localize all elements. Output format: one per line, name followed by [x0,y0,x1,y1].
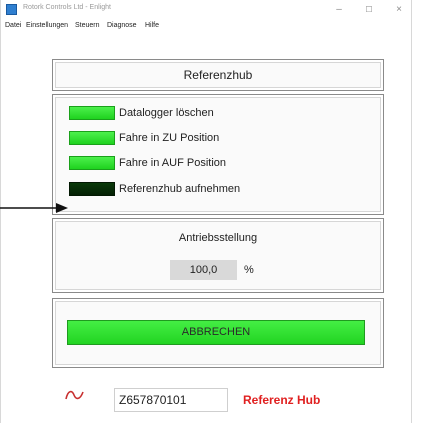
menu-steuern[interactable]: Steuern [75,22,100,29]
maximize-button[interactable]: ☐ [357,2,381,18]
mode-label: Referenz Hub [243,393,321,407]
position-value: 100,0 [170,260,237,280]
arrow-pointer-icon [0,203,68,213]
menu-hilfe[interactable]: Hilfe [145,22,159,29]
header-panel: Referenzhub [52,59,384,91]
menu-diagnose[interactable]: Diagnose [107,22,137,29]
led-label: Datalogger löschen [119,107,214,119]
position-unit: % [244,264,254,276]
menu-datei[interactable]: Datei [5,22,21,29]
status-led [69,106,115,120]
abort-button[interactable]: ABBRECHEN [67,320,365,345]
menu-einstellungen[interactable]: Einstellungen [26,22,68,29]
led-label: Referenzhub aufnehmen [119,183,241,195]
position-title: Antriebsstellung [178,232,258,244]
page-title: Referenzhub [183,68,253,82]
status-led [69,131,115,145]
window-title: Rotork Controls Ltd - Enlight [23,4,111,11]
app-icon [6,4,17,15]
serial-number-field[interactable]: Z657870101 [114,388,228,412]
led-label: Fahre in AUF Position [119,157,226,169]
signal-wave-icon [65,390,84,400]
led-label: Fahre in ZU Position [119,132,220,144]
minimize-button[interactable]: – [327,2,351,18]
status-led [69,182,115,196]
menu-bar: Datei Einstellungen Steuern Diagnose Hil… [1,20,411,34]
title-bar: Rotork Controls Ltd - Enlight – ☐ × [1,0,411,20]
status-led [69,156,115,170]
position-panel: Antriebsstellung [52,218,384,293]
close-button[interactable]: × [387,2,411,18]
